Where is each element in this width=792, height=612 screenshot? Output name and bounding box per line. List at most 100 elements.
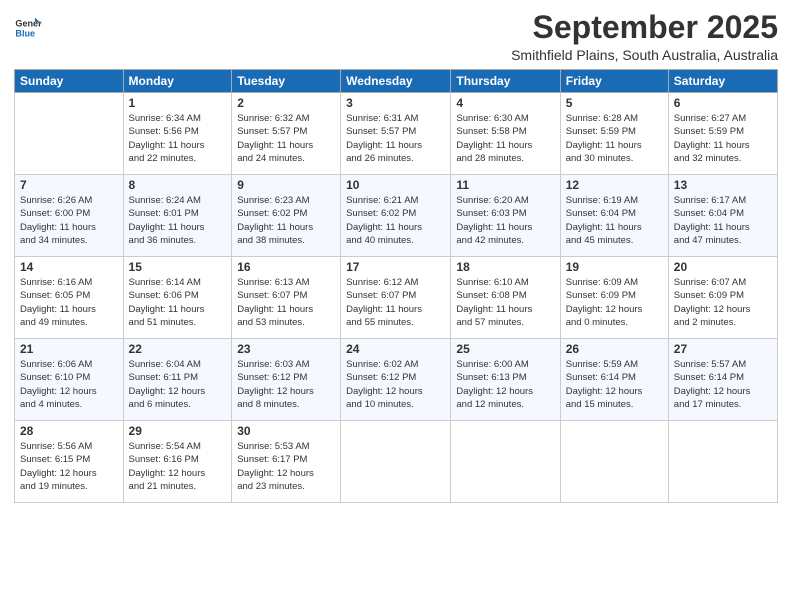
day-number: 1 xyxy=(129,96,227,110)
calendar-week-2: 7 Sunrise: 6:26 AM Sunset: 6:00 PM Daylig… xyxy=(15,175,778,257)
title-block: September 2025 Smithfield Plains, South … xyxy=(511,10,778,63)
day-info: Sunrise: 6:04 AM Sunset: 6:11 PM Dayligh… xyxy=(129,358,227,411)
col-saturday: Saturday xyxy=(668,70,777,93)
day-info: Sunrise: 5:56 AM Sunset: 6:15 PM Dayligh… xyxy=(20,440,118,493)
day-info: Sunrise: 6:14 AM Sunset: 6:06 PM Dayligh… xyxy=(129,276,227,329)
logo: General Blue xyxy=(14,14,44,42)
day-number: 25 xyxy=(456,342,554,356)
calendar-cell: 27Sunrise: 5:57 AM Sunset: 6:14 PM Dayli… xyxy=(668,339,777,421)
day-number: 10 xyxy=(346,178,445,192)
day-number: 28 xyxy=(20,424,118,438)
calendar-cell: 16 Sunrise: 6:13 AM Sunset: 6:07 PM Dayli… xyxy=(232,257,341,339)
svg-text:Blue: Blue xyxy=(15,28,35,38)
logo-icon: General Blue xyxy=(14,14,42,42)
calendar-cell: 21 Sunrise: 6:06 AM Sunset: 6:10 PM Dayli… xyxy=(15,339,124,421)
day-info: Sunrise: 6:27 AM Sunset: 5:59 PM Dayligh… xyxy=(674,112,772,165)
calendar-cell xyxy=(560,421,668,503)
day-info: Sunrise: 6:09 AM Sunset: 6:09 PM Dayligh… xyxy=(566,276,663,329)
day-number: 3 xyxy=(346,96,445,110)
calendar-cell xyxy=(451,421,560,503)
day-info: Sunrise: 6:26 AM Sunset: 6:00 PM Dayligh… xyxy=(20,194,118,247)
day-number: 7 xyxy=(20,178,118,192)
day-number: 22 xyxy=(129,342,227,356)
col-friday: Friday xyxy=(560,70,668,93)
day-number: 29 xyxy=(129,424,227,438)
day-number: 9 xyxy=(237,178,335,192)
calendar-cell: 4Sunrise: 6:30 AM Sunset: 5:58 PM Daylig… xyxy=(451,93,560,175)
calendar-cell: 1 Sunrise: 6:34 AM Sunset: 5:56 PM Daylig… xyxy=(123,93,232,175)
day-info: Sunrise: 6:30 AM Sunset: 5:58 PM Dayligh… xyxy=(456,112,554,165)
calendar-cell: 3Sunrise: 6:31 AM Sunset: 5:57 PM Daylig… xyxy=(341,93,451,175)
header: General Blue September 2025 Smithfield P… xyxy=(14,10,778,63)
day-info: Sunrise: 6:13 AM Sunset: 6:07 PM Dayligh… xyxy=(237,276,335,329)
calendar-header-row: Sunday Monday Tuesday Wednesday Thursday… xyxy=(15,70,778,93)
day-info: Sunrise: 6:28 AM Sunset: 5:59 PM Dayligh… xyxy=(566,112,663,165)
day-info: Sunrise: 6:34 AM Sunset: 5:56 PM Dayligh… xyxy=(129,112,227,165)
day-number: 8 xyxy=(129,178,227,192)
calendar-cell: 7 Sunrise: 6:26 AM Sunset: 6:00 PM Daylig… xyxy=(15,175,124,257)
calendar-cell: 28 Sunrise: 5:56 AM Sunset: 6:15 PM Dayli… xyxy=(15,421,124,503)
calendar-cell: 14 Sunrise: 6:16 AM Sunset: 6:05 PM Dayli… xyxy=(15,257,124,339)
day-number: 24 xyxy=(346,342,445,356)
calendar-cell: 18 Sunrise: 6:10 AM Sunset: 6:08 PM Dayli… xyxy=(451,257,560,339)
month-title: September 2025 xyxy=(511,10,778,45)
calendar-cell: 30Sunrise: 5:53 AM Sunset: 6:17 PM Dayli… xyxy=(232,421,341,503)
calendar-week-5: 28 Sunrise: 5:56 AM Sunset: 6:15 PM Dayli… xyxy=(15,421,778,503)
calendar-cell: 9 Sunrise: 6:23 AM Sunset: 6:02 PM Daylig… xyxy=(232,175,341,257)
day-number: 23 xyxy=(237,342,335,356)
calendar-cell: 11 Sunrise: 6:20 AM Sunset: 6:03 PM Dayli… xyxy=(451,175,560,257)
col-thursday: Thursday xyxy=(451,70,560,93)
calendar-cell: 19 Sunrise: 6:09 AM Sunset: 6:09 PM Dayli… xyxy=(560,257,668,339)
day-info: Sunrise: 6:23 AM Sunset: 6:02 PM Dayligh… xyxy=(237,194,335,247)
location: Smithfield Plains, South Australia, Aust… xyxy=(511,47,778,63)
day-info: Sunrise: 6:19 AM Sunset: 6:04 PM Dayligh… xyxy=(566,194,663,247)
calendar-cell: 24 Sunrise: 6:02 AM Sunset: 6:12 PM Dayli… xyxy=(341,339,451,421)
page: General Blue September 2025 Smithfield P… xyxy=(0,0,792,612)
calendar-cell xyxy=(668,421,777,503)
day-info: Sunrise: 6:02 AM Sunset: 6:12 PM Dayligh… xyxy=(346,358,445,411)
day-info: Sunrise: 6:32 AM Sunset: 5:57 PM Dayligh… xyxy=(237,112,335,165)
day-info: Sunrise: 6:03 AM Sunset: 6:12 PM Dayligh… xyxy=(237,358,335,411)
day-number: 14 xyxy=(20,260,118,274)
calendar-cell: 12Sunrise: 6:19 AM Sunset: 6:04 PM Dayli… xyxy=(560,175,668,257)
day-info: Sunrise: 5:59 AM Sunset: 6:14 PM Dayligh… xyxy=(566,358,663,411)
day-info: Sunrise: 5:57 AM Sunset: 6:14 PM Dayligh… xyxy=(674,358,772,411)
day-info: Sunrise: 5:53 AM Sunset: 6:17 PM Dayligh… xyxy=(237,440,335,493)
col-monday: Monday xyxy=(123,70,232,93)
calendar-cell: 17Sunrise: 6:12 AM Sunset: 6:07 PM Dayli… xyxy=(341,257,451,339)
calendar-cell: 29 Sunrise: 5:54 AM Sunset: 6:16 PM Dayli… xyxy=(123,421,232,503)
calendar-cell: 15 Sunrise: 6:14 AM Sunset: 6:06 PM Dayli… xyxy=(123,257,232,339)
calendar-cell: 25 Sunrise: 6:00 AM Sunset: 6:13 PM Dayli… xyxy=(451,339,560,421)
day-info: Sunrise: 5:54 AM Sunset: 6:16 PM Dayligh… xyxy=(129,440,227,493)
col-wednesday: Wednesday xyxy=(341,70,451,93)
day-number: 15 xyxy=(129,260,227,274)
calendar-cell: 2 Sunrise: 6:32 AM Sunset: 5:57 PM Daylig… xyxy=(232,93,341,175)
calendar-cell xyxy=(15,93,124,175)
calendar-cell: 13Sunrise: 6:17 AM Sunset: 6:04 PM Dayli… xyxy=(668,175,777,257)
day-number: 19 xyxy=(566,260,663,274)
calendar-cell: 26 Sunrise: 5:59 AM Sunset: 6:14 PM Dayli… xyxy=(560,339,668,421)
day-number: 18 xyxy=(456,260,554,274)
svg-text:General: General xyxy=(15,19,42,29)
day-info: Sunrise: 6:20 AM Sunset: 6:03 PM Dayligh… xyxy=(456,194,554,247)
calendar-cell: 23 Sunrise: 6:03 AM Sunset: 6:12 PM Dayli… xyxy=(232,339,341,421)
day-info: Sunrise: 6:24 AM Sunset: 6:01 PM Dayligh… xyxy=(129,194,227,247)
day-number: 2 xyxy=(237,96,335,110)
calendar-cell: 8 Sunrise: 6:24 AM Sunset: 6:01 PM Daylig… xyxy=(123,175,232,257)
day-info: Sunrise: 6:16 AM Sunset: 6:05 PM Dayligh… xyxy=(20,276,118,329)
day-info: Sunrise: 6:10 AM Sunset: 6:08 PM Dayligh… xyxy=(456,276,554,329)
calendar-week-3: 14 Sunrise: 6:16 AM Sunset: 6:05 PM Dayli… xyxy=(15,257,778,339)
day-number: 11 xyxy=(456,178,554,192)
calendar-week-4: 21 Sunrise: 6:06 AM Sunset: 6:10 PM Dayli… xyxy=(15,339,778,421)
calendar-cell xyxy=(341,421,451,503)
day-number: 26 xyxy=(566,342,663,356)
calendar-table: Sunday Monday Tuesday Wednesday Thursday… xyxy=(14,69,778,503)
day-number: 21 xyxy=(20,342,118,356)
calendar-week-1: 1 Sunrise: 6:34 AM Sunset: 5:56 PM Daylig… xyxy=(15,93,778,175)
calendar-cell: 22 Sunrise: 6:04 AM Sunset: 6:11 PM Dayli… xyxy=(123,339,232,421)
day-info: Sunrise: 6:00 AM Sunset: 6:13 PM Dayligh… xyxy=(456,358,554,411)
calendar-cell: 10Sunrise: 6:21 AM Sunset: 6:02 PM Dayli… xyxy=(341,175,451,257)
day-number: 16 xyxy=(237,260,335,274)
day-info: Sunrise: 6:06 AM Sunset: 6:10 PM Dayligh… xyxy=(20,358,118,411)
calendar-cell: 5Sunrise: 6:28 AM Sunset: 5:59 PM Daylig… xyxy=(560,93,668,175)
